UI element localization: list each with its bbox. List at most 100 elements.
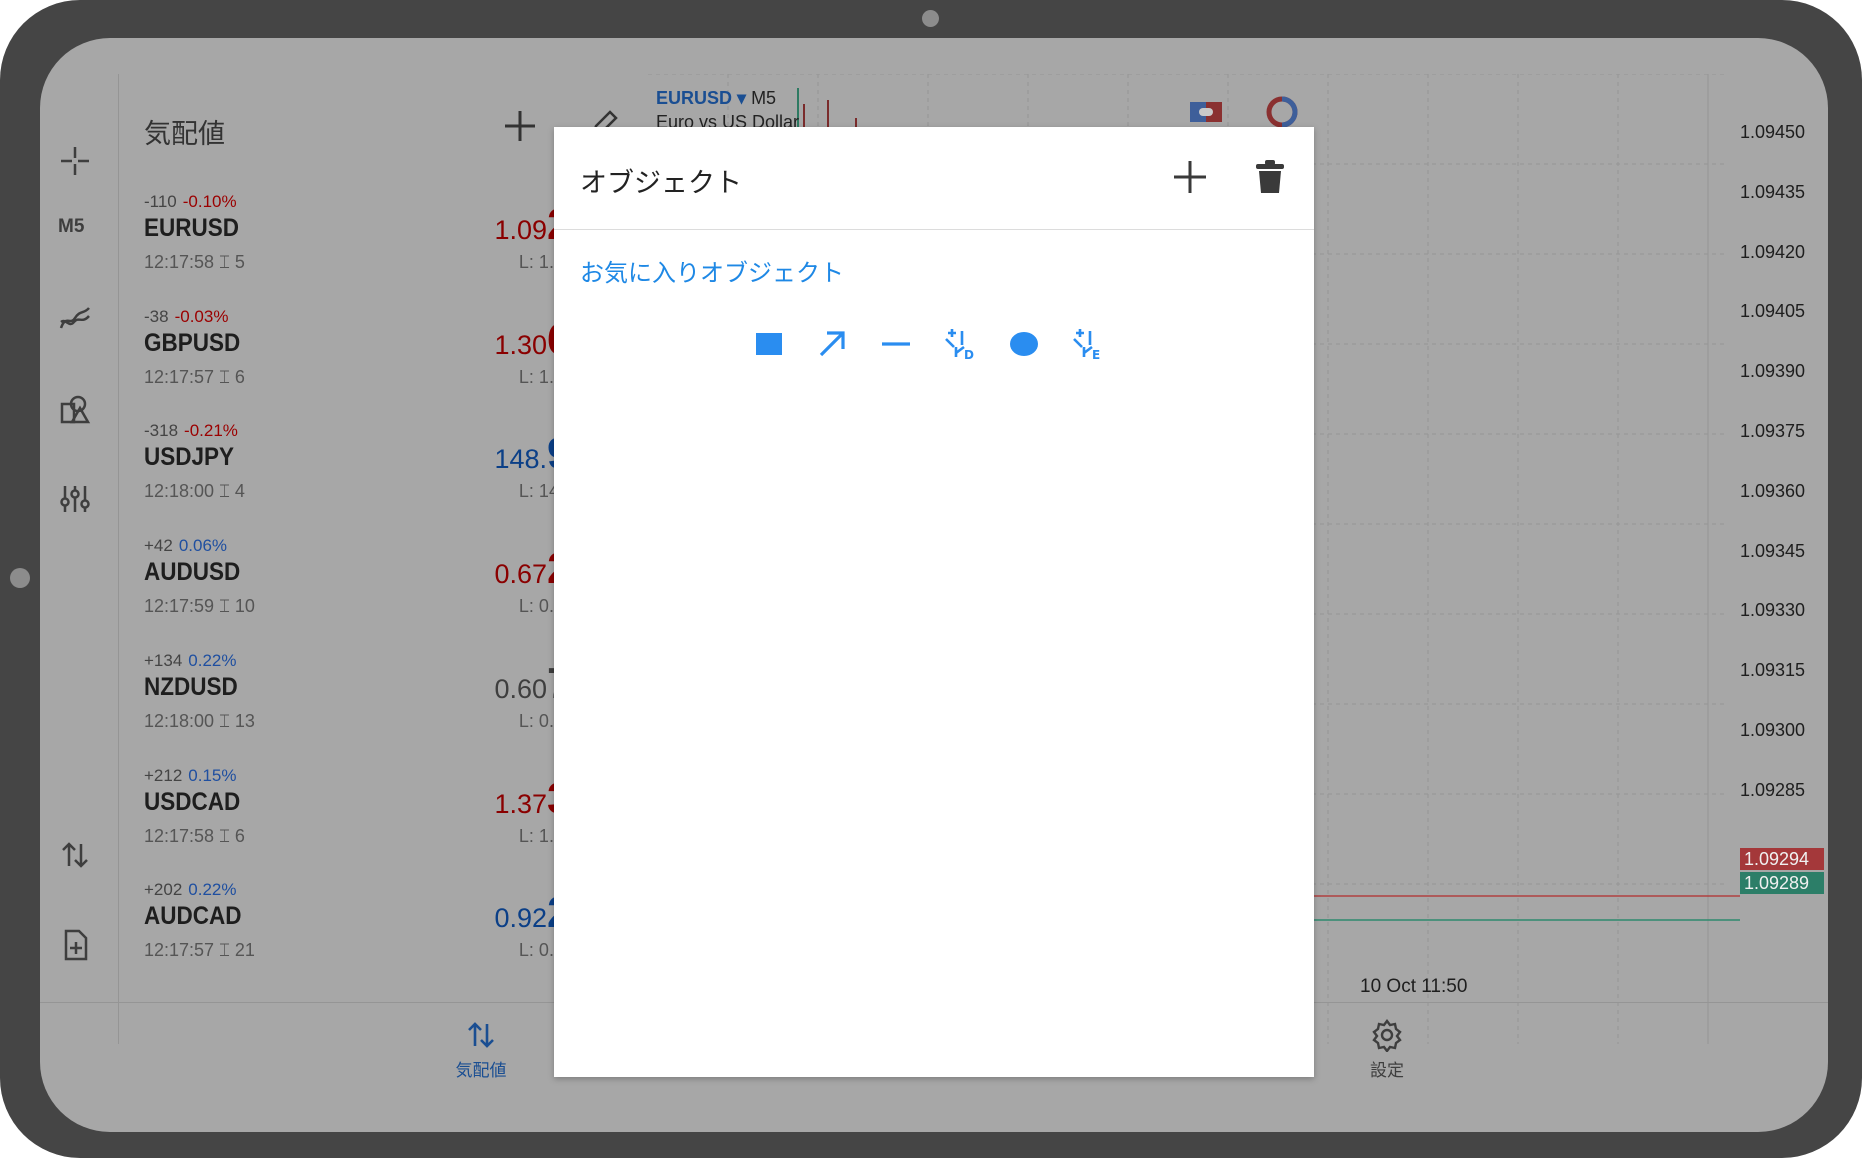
fibonacci-e-icon[interactable]: E <box>1070 325 1106 361</box>
price-level-label: 1.09345 <box>1740 540 1806 561</box>
ask-price-tag: 1.09289 <box>1740 872 1824 894</box>
spread-value: 4 <box>234 481 245 502</box>
quotes-tab-icon <box>468 1022 494 1048</box>
quote-meta: 12:18:00 ⌶ 13 <box>144 711 255 732</box>
symbol-name: AUDUSD <box>144 558 241 587</box>
change-points: +42 <box>144 536 173 556</box>
change: +202 0.22% <box>144 880 237 900</box>
dialog-title: オブジェクト <box>580 168 742 199</box>
bid-prefix: 148. <box>494 444 548 475</box>
bid-prefix: 0.67 <box>494 559 548 590</box>
quote-meta: 12:17:58 ⌶ 5 <box>144 252 245 273</box>
gear-icon <box>1372 1019 1402 1052</box>
spread-value: 21 <box>234 940 255 961</box>
quote-meta: 12:17:57 ⌶ 21 <box>144 940 255 961</box>
bid-price-tag: 1.09294 <box>1740 848 1824 870</box>
change-points: -38 <box>144 306 169 326</box>
change-percent: 0.22% <box>188 650 237 670</box>
bid-prefix: 1.30 <box>494 329 548 360</box>
svg-text:D: D <box>964 348 974 361</box>
change: -318 -0.21% <box>144 421 238 441</box>
add-symbol-icon[interactable] <box>502 108 538 144</box>
chart-symbol[interactable]: EURUSD ▾ M5 <box>656 88 776 109</box>
symbol-name: EURUSD <box>144 214 240 242</box>
spread-icon: ⌶ <box>219 596 230 617</box>
fibonacci-d-icon[interactable]: D <box>942 325 978 361</box>
quote-meta: 12:18:00 ⌶ 4 <box>144 481 245 502</box>
timeframe-button[interactable]: M5 <box>58 216 84 238</box>
timer-icon[interactable] <box>1264 94 1300 130</box>
change-percent: -0.10% <box>182 192 237 211</box>
bid-prefix: 0.60 <box>494 673 548 704</box>
change-points: -318 <box>144 421 179 441</box>
spread-icon: ⌶ <box>219 481 230 502</box>
quote-row[interactable]: -110-0.10%EURUSD12:17:58 ⌶ 51.09289L: 1.… <box>144 192 606 306</box>
bid-prefix: 0.92 <box>494 903 548 934</box>
spread-value: 6 <box>234 366 245 387</box>
quote-row[interactable]: +420.06%AUDUSD12:17:59 ⌶ 100.67214L: 0.6… <box>144 536 606 650</box>
svg-text:E: E <box>1092 348 1100 361</box>
price-level-label: 1.09450 <box>1740 122 1806 142</box>
one-click-trade-icon[interactable] <box>1188 94 1224 130</box>
quote-time: 12:17:59 <box>144 596 215 617</box>
quote-row[interactable]: -318-0.21%USDJPY12:18:00 ⌶ 4148.983L: 14… <box>144 421 606 535</box>
change-points: +202 <box>144 880 183 900</box>
spread-value: 10 <box>234 596 255 617</box>
quotes-title: 気配値 <box>144 119 225 150</box>
horizontal-line-icon[interactable] <box>878 325 914 361</box>
ellipse-icon[interactable] <box>1006 325 1042 361</box>
price-level-label: 1.09300 <box>1740 720 1806 740</box>
quote-row[interactable]: +1340.22%NZDUSD12:18:00 ⌶ 130.60744L: 0.… <box>144 651 606 765</box>
spread-value: 5 <box>234 252 245 272</box>
settings-sliders-icon[interactable] <box>54 478 96 520</box>
camera <box>922 10 939 27</box>
tab-quotes[interactable]: 気配値 <box>436 1018 526 1081</box>
quote-time: 12:17:58 <box>144 825 215 846</box>
quote-row[interactable]: +2020.22%AUDCAD12:17:57 ⌶ 210.92293L: 0.… <box>144 880 606 994</box>
objects-icon[interactable] <box>54 388 96 430</box>
change-percent: 0.15% <box>188 765 237 785</box>
quote-time: 12:17:57 <box>144 940 215 961</box>
price-level-label: 1.09330 <box>1740 600 1806 621</box>
tab-settings[interactable]: 設定 <box>1342 1018 1432 1081</box>
change: +134 0.22% <box>144 651 237 671</box>
quote-time: 12:17:58 <box>144 252 215 272</box>
spread-icon: ⌶ <box>219 825 230 846</box>
change: +212 0.15% <box>144 766 237 786</box>
quote-meta: 12:17:59 ⌶ 10 <box>144 596 255 617</box>
crosshair-icon[interactable] <box>54 140 96 182</box>
new-order-icon[interactable] <box>54 924 96 966</box>
spread-value: 13 <box>234 710 255 731</box>
trade-icon[interactable] <box>54 834 96 876</box>
change-percent: -0.21% <box>184 421 238 441</box>
arrow-icon[interactable] <box>814 325 850 361</box>
rectangle-icon[interactable] <box>750 325 786 361</box>
quote-row[interactable]: -38-0.03%GBPUSD12:17:57 ⌶ 61.30690L: 1.3… <box>144 307 606 421</box>
tab-settings-label: 設定 <box>1370 1061 1404 1081</box>
price-level-label: 1.09405 <box>1740 301 1806 322</box>
symbol-name: USDJPY <box>144 443 235 472</box>
change-points: +134 <box>144 650 183 670</box>
trash-icon[interactable] <box>1254 159 1286 195</box>
spread-value: 6 <box>234 825 245 846</box>
tab-quotes-label: 気配値 <box>455 1061 507 1081</box>
bid-prefix: 1.37 <box>494 788 548 819</box>
favorites-label: お気に入りオブジェクト <box>580 259 844 287</box>
quote-row[interactable]: +2120.15%USDCAD12:17:58 ⌶ 61.37325L: 1.3… <box>144 766 606 880</box>
price-level-label: 1.09375 <box>1740 421 1806 441</box>
add-object-icon[interactable] <box>1170 157 1210 197</box>
price-level-label: 1.09420 <box>1740 241 1806 262</box>
change-percent: -0.03% <box>174 306 229 326</box>
price-level-label: 1.09360 <box>1740 480 1806 501</box>
spread-icon: ⌶ <box>219 252 230 272</box>
symbol-name: AUDCAD <box>144 902 242 931</box>
change: -110 -0.10% <box>144 192 237 212</box>
quote-meta: 12:17:57 ⌶ 6 <box>144 367 245 388</box>
change: +42 0.06% <box>144 536 227 556</box>
symbol-name: USDCAD <box>144 787 241 816</box>
indicators-icon[interactable] <box>54 298 96 340</box>
change-points: -110 <box>144 192 177 211</box>
price-level-label: 1.09390 <box>1740 361 1806 382</box>
favorite-objects-row: D E <box>750 323 1106 363</box>
change: -38 -0.03% <box>144 307 228 327</box>
